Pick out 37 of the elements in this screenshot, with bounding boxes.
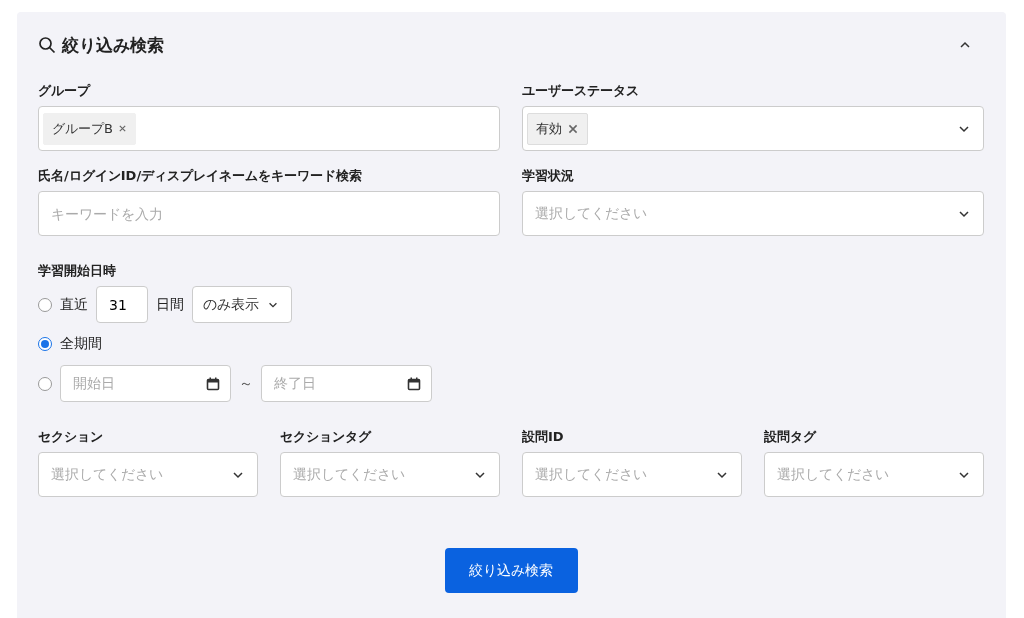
radio-button[interactable]: [38, 376, 52, 391]
date-field[interactable]: 終了日: [261, 365, 432, 402]
select-field[interactable]: 選択してください: [522, 191, 984, 236]
calendar-icon[interactable]: [407, 376, 421, 391]
field-label: グループ: [38, 82, 92, 100]
select-field[interactable]: 選択してください: [38, 452, 258, 497]
field-label: 設問タグ: [764, 428, 818, 446]
field-label: ユーザーステータス: [522, 82, 640, 100]
search-icon: [38, 36, 56, 54]
search-button[interactable]: 絞り込み検索: [444, 548, 578, 593]
calendar-icon[interactable]: [206, 376, 220, 391]
field-label: セクション: [38, 428, 104, 446]
tag-field[interactable]: グループB: [38, 106, 500, 151]
select-field[interactable]: 有効: [522, 106, 984, 151]
remove-icon[interactable]: [567, 122, 579, 135]
field-label: 氏名/ログインID/ディスプレイネームをキーワード検索: [38, 167, 364, 185]
select-field[interactable]: 選択してください: [280, 452, 500, 497]
selected-tag: 有効: [527, 112, 588, 145]
field-label: セクションタグ: [280, 428, 373, 446]
panel-title: 絞り込み検索: [62, 33, 164, 57]
select-field[interactable]: 選択してください: [522, 452, 742, 497]
field-label: 設問ID: [522, 428, 565, 446]
range-separator: ～: [239, 374, 253, 393]
select-field[interactable]: 選択してください: [764, 452, 984, 497]
field-label: 学習状況: [522, 167, 575, 185]
selected-tag: グループB: [43, 112, 136, 145]
remove-icon[interactable]: [117, 124, 127, 133]
mode-select[interactable]: のみ表示: [192, 286, 292, 323]
option-label: 全期間: [60, 335, 102, 353]
radio-button[interactable]: [38, 297, 52, 312]
option-label: 直近: [60, 295, 88, 314]
field-label: 学習開始日時: [38, 262, 117, 280]
option-label: 日間: [156, 295, 184, 314]
date-field[interactable]: 開始日: [60, 365, 231, 402]
days-input[interactable]: 31: [96, 286, 148, 323]
keyword-input[interactable]: キーワードを入力: [38, 191, 500, 236]
radio-button[interactable]: [38, 337, 52, 351]
